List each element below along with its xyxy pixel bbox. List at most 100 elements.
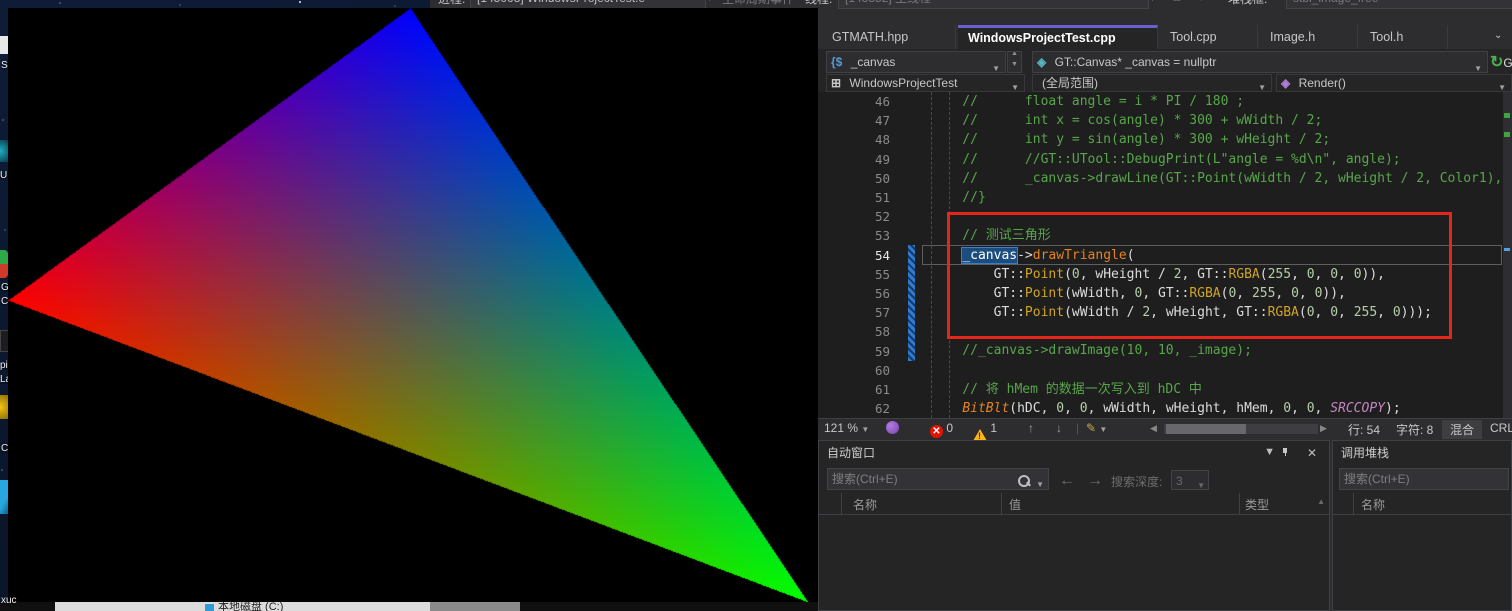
tab-list-chevron-icon[interactable]: ⌄ bbox=[1494, 30, 1502, 41]
back-arrow-icon[interactable]: ← bbox=[1059, 472, 1075, 490]
desktop-icon-fragment[interactable] bbox=[0, 395, 8, 419]
annotation-rectangle bbox=[947, 212, 1452, 339]
depth-select[interactable]: 3 ▼ bbox=[1171, 470, 1209, 490]
nav-up-icon[interactable]: ↑ bbox=[1028, 421, 1034, 435]
field-icon: {$ bbox=[831, 55, 842, 69]
chevron-down-icon: ▼ bbox=[861, 425, 869, 434]
chevron-down-icon: ▼ bbox=[1498, 80, 1506, 92]
hscroll-thumb[interactable] bbox=[1166, 424, 1246, 434]
cube-icon: ◈ bbox=[1037, 55, 1046, 69]
chevron-down-icon[interactable]: ▼ bbox=[1264, 446, 1275, 458]
autos-panel: 自动窗口 ▼ ✕ 搜索(Ctrl+E) ▼ ← → 搜索深度: 3 ▼ 名称 值… bbox=[818, 440, 1330, 611]
screen: S UU G C pi La C 进程: [145008] WindowsPro… bbox=[0, 0, 1512, 611]
thread-combo[interactable]: [143852] 主线程▼ bbox=[838, 0, 1149, 9]
method-cube-icon: ◈ bbox=[1281, 76, 1290, 90]
stackframe-combo[interactable]: stbi_image_free▼ bbox=[1286, 0, 1512, 9]
scope-combo[interactable]: (全局范围) ▼ bbox=[1032, 74, 1272, 92]
stackframe-label: 堆栈框: bbox=[1228, 0, 1267, 7]
chevron-down-icon: ▼ bbox=[1474, 59, 1482, 73]
spinner-down-icon: ▼ bbox=[1011, 61, 1018, 68]
scrollbar-caret-mark bbox=[1504, 248, 1510, 251]
chevron-down-icon: ▼ bbox=[1136, 0, 1144, 8]
render-window[interactable] bbox=[8, 8, 818, 602]
process-label: 进程: bbox=[438, 0, 465, 7]
sync-button[interactable]: ↻G bbox=[1490, 52, 1512, 74]
frames-icon[interactable]: ⧉ bbox=[1172, 0, 1181, 5]
desktop-icon-fragment[interactable] bbox=[0, 250, 8, 278]
line-indicator: 行: 54 bbox=[1348, 421, 1380, 438]
tab-image-h[interactable]: Image.h bbox=[1260, 25, 1358, 49]
desktop-icon-fragment[interactable] bbox=[0, 36, 8, 54]
encoding-indicator[interactable]: 混合 bbox=[1442, 420, 1482, 439]
flag-icon[interactable]: ⚑ bbox=[1150, 0, 1161, 4]
tab-gtmath-hpp[interactable]: GTMATH.hpp bbox=[822, 25, 956, 49]
scrollbar-change-mark bbox=[1504, 113, 1510, 118]
autos-panel-title: 自动窗口 bbox=[819, 441, 1329, 465]
toolbar-overflow-icon[interactable]: ≡ bbox=[1465, 0, 1472, 4]
lifecycle-icon[interactable]: ⏵ bbox=[708, 0, 714, 5]
chevron-down-icon: ▼ bbox=[992, 59, 1000, 73]
close-icon[interactable]: ✕ bbox=[1307, 446, 1317, 460]
line-numbers: 4647484950515253545556575859606162 bbox=[818, 92, 894, 418]
disk-label: 本地磁盘 (C:) bbox=[218, 602, 283, 611]
autos-grid-body[interactable] bbox=[819, 515, 1329, 610]
hscroll-left-icon[interactable]: ◀ bbox=[1150, 423, 1157, 434]
callstack-grid-body[interactable] bbox=[1333, 515, 1511, 610]
editor-status-row: 121 % ▼ ✕ 0 1 ↑ ↓ | ✎ ▼ ◀ ▶ 行: 54 字符: 8 … bbox=[818, 418, 1512, 439]
spinner-up-icon: ▲ bbox=[1011, 51, 1018, 57]
tab-tool-cpp[interactable]: Tool.cpp bbox=[1160, 25, 1258, 49]
autos-grid-header: 名称 值 类型 ▲ bbox=[819, 493, 1329, 515]
symbol-combo[interactable]: {$ _canvas ▼ bbox=[826, 51, 1006, 73]
editor-vertical-scrollbar[interactable] bbox=[1503, 92, 1512, 418]
feedback-icon[interactable] bbox=[886, 421, 899, 435]
project-combo[interactable]: ⊞ WindowsProjectTest ▼ bbox=[826, 74, 1025, 92]
thread-label: 线程: bbox=[805, 0, 832, 7]
rendered-triangle bbox=[8, 8, 818, 602]
warning-count[interactable]: 1 bbox=[973, 421, 997, 441]
tab-windowsprojecttest-cpp[interactable]: WindowsProjectTest.cpp ✕ bbox=[958, 25, 1158, 49]
error-icon: ✕ bbox=[930, 425, 943, 438]
explorer-window-sliver[interactable]: 本地磁盘 (C:) bbox=[55, 602, 430, 611]
refresh-icon[interactable]: ↻ bbox=[1196, 0, 1206, 4]
chevron-down-icon: ▼ bbox=[1099, 425, 1107, 434]
desktop-icon-fragment[interactable] bbox=[0, 480, 8, 514]
desktop-icon-fragment[interactable] bbox=[0, 140, 8, 162]
declaration-combo[interactable]: ◈ GT::Canvas* _canvas = nullptr ▼ bbox=[1032, 51, 1488, 73]
window-sliver bbox=[430, 602, 520, 611]
desktop-icon-label: pi bbox=[0, 360, 8, 371]
project-icon: ⊞ bbox=[831, 76, 841, 90]
change-tracking-bar bbox=[908, 245, 915, 361]
desktop-icon-label: xuc bbox=[1, 595, 17, 606]
chevron-down-icon: ▼ bbox=[1258, 80, 1266, 92]
scroll-up-icon[interactable]: ▲ bbox=[1317, 497, 1325, 506]
symbol-spinner[interactable]: ▲ ▼ bbox=[1007, 51, 1022, 73]
tab-tool-h[interactable]: Tool.h bbox=[1360, 25, 1448, 49]
column-header-type[interactable]: 类型 bbox=[1245, 496, 1269, 513]
callstack-grid-header: 名称 bbox=[1333, 493, 1511, 515]
column-header-name[interactable]: 名称 bbox=[853, 496, 877, 513]
column-header-name[interactable]: 名称 bbox=[1361, 496, 1385, 513]
hscroll-right-icon[interactable]: ▶ bbox=[1320, 423, 1327, 434]
bottom-band: 本地磁盘 (C:) bbox=[0, 602, 818, 611]
zoom-select[interactable]: 121 % ▼ bbox=[824, 421, 869, 435]
nav-down-icon[interactable]: ↓ bbox=[1056, 421, 1062, 435]
disk-icon bbox=[205, 604, 214, 611]
eol-indicator[interactable]: CRL bbox=[1490, 421, 1512, 435]
callstack-panel-title: 调用堆栈 bbox=[1333, 441, 1511, 465]
column-indicator: 字符: 8 bbox=[1396, 421, 1433, 438]
desktop-icon-label: S bbox=[1, 60, 8, 71]
callstack-search-input[interactable]: 搜索(Ctrl+E) bbox=[1339, 468, 1509, 490]
error-count[interactable]: ✕ 0 bbox=[930, 421, 953, 438]
editor-horizontal-scrollbar[interactable] bbox=[1164, 424, 1318, 434]
column-header-value[interactable]: 值 bbox=[1009, 496, 1021, 513]
chevron-down-icon: ▼ bbox=[1011, 80, 1019, 92]
member-combo[interactable]: ◈ Render() ▼ bbox=[1276, 74, 1512, 92]
pin-icon[interactable] bbox=[1281, 446, 1295, 460]
pen-icon[interactable]: ✎ ▼ bbox=[1086, 421, 1107, 435]
lifecycle-label[interactable]: 生命周期事件 bbox=[722, 0, 794, 7]
depth-label: 搜索深度: bbox=[1111, 473, 1162, 490]
autos-search-input[interactable]: 搜索(Ctrl+E) ▼ bbox=[827, 468, 1049, 490]
search-icon bbox=[1018, 475, 1030, 487]
chevron-down-icon: ▼ bbox=[693, 0, 701, 8]
forward-arrow-icon[interactable]: → bbox=[1087, 472, 1103, 490]
